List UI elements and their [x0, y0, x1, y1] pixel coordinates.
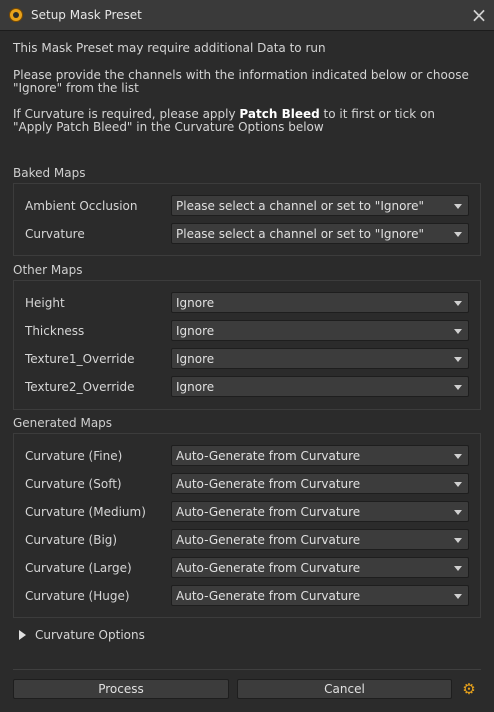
row-label: Curvature	[25, 227, 85, 241]
row-label: Curvature (Fine)	[25, 449, 123, 463]
process-button[interactable]: Process	[13, 679, 229, 699]
info-line-1: This Mask Preset may require additional …	[13, 41, 326, 55]
chevron-down-icon	[454, 482, 462, 487]
row-label: Ambient Occlusion	[25, 199, 138, 213]
select-value: Auto-Generate from Curvature	[176, 561, 361, 575]
row-label: Curvature (Medium)	[25, 505, 146, 519]
cancel-button[interactable]: Cancel	[237, 679, 452, 699]
chevron-down-icon	[454, 204, 462, 209]
patch-bleed-emphasis: Patch Bleed	[239, 107, 320, 121]
row-label: Height	[25, 296, 65, 310]
chevron-down-icon	[454, 301, 462, 306]
app-icon	[9, 8, 23, 22]
chevron-down-icon	[454, 510, 462, 515]
footer-divider	[13, 669, 481, 670]
curvature-options-toggle[interactable]: Curvature Options	[19, 628, 179, 644]
texture2-override-select[interactable]: Ignore	[171, 376, 469, 397]
select-value: Auto-Generate from Curvature	[176, 449, 361, 463]
curvature-medium-select[interactable]: Auto-Generate from Curvature	[171, 501, 469, 522]
chevron-down-icon	[454, 594, 462, 599]
select-value: Ignore	[176, 296, 215, 310]
baked-maps-group	[13, 183, 481, 256]
chevron-down-icon	[454, 454, 462, 459]
curvature-huge-select[interactable]: Auto-Generate from Curvature	[171, 585, 469, 606]
curvature-options-label: Curvature Options	[35, 628, 145, 642]
info-line-2b: "Ignore" from the list	[13, 81, 139, 95]
select-value: Auto-Generate from Curvature	[176, 589, 361, 603]
generated-maps-title: Generated Maps	[13, 416, 113, 430]
chevron-down-icon	[454, 357, 462, 362]
row-label: Curvature (Large)	[25, 561, 132, 575]
row-label: Thickness	[25, 324, 85, 338]
row-label: Curvature (Huge)	[25, 589, 130, 603]
select-value: Auto-Generate from Curvature	[176, 477, 361, 491]
close-icon[interactable]: ×	[468, 5, 490, 27]
chevron-down-icon	[454, 232, 462, 237]
info-text: If Curvature is required, please apply	[13, 107, 240, 121]
chevron-down-icon	[454, 566, 462, 571]
expand-arrow-icon	[19, 630, 26, 640]
select-value: Please select a channel or set to "Ignor…	[176, 199, 424, 213]
height-select[interactable]: Ignore	[171, 292, 469, 313]
curvature-select[interactable]: Please select a channel or set to "Ignor…	[171, 223, 469, 244]
select-value: Auto-Generate from Curvature	[176, 505, 361, 519]
curvature-fine-select[interactable]: Auto-Generate from Curvature	[171, 445, 469, 466]
select-value: Ignore	[176, 380, 215, 394]
thickness-select[interactable]: Ignore	[171, 320, 469, 341]
info-line-3b: "Apply Patch Bleed" in the Curvature Opt…	[13, 120, 324, 134]
other-maps-title: Other Maps	[13, 263, 83, 277]
select-value: Auto-Generate from Curvature	[176, 533, 361, 547]
row-label: Texture1_Override	[25, 352, 135, 366]
row-label: Curvature (Soft)	[25, 477, 122, 491]
window-title: Setup Mask Preset	[31, 8, 142, 22]
curvature-soft-select[interactable]: Auto-Generate from Curvature	[171, 473, 469, 494]
texture1-override-select[interactable]: Ignore	[171, 348, 469, 369]
info-text: to it first or tick on	[319, 107, 435, 121]
select-value: Please select a channel or set to "Ignor…	[176, 227, 424, 241]
title-bar: Setup Mask Preset ×	[0, 0, 494, 31]
gear-icon[interactable]: ⚙	[462, 682, 476, 697]
ambient-occlusion-select[interactable]: Please select a channel or set to "Ignor…	[171, 195, 469, 216]
chevron-down-icon	[454, 385, 462, 390]
row-label: Curvature (Big)	[25, 533, 118, 547]
select-value: Ignore	[176, 352, 215, 366]
curvature-large-select[interactable]: Auto-Generate from Curvature	[171, 557, 469, 578]
row-label: Texture2_Override	[25, 380, 135, 394]
curvature-big-select[interactable]: Auto-Generate from Curvature	[171, 529, 469, 550]
chevron-down-icon	[454, 538, 462, 543]
chevron-down-icon	[454, 329, 462, 334]
baked-maps-title: Baked Maps	[13, 166, 86, 180]
select-value: Ignore	[176, 324, 215, 338]
